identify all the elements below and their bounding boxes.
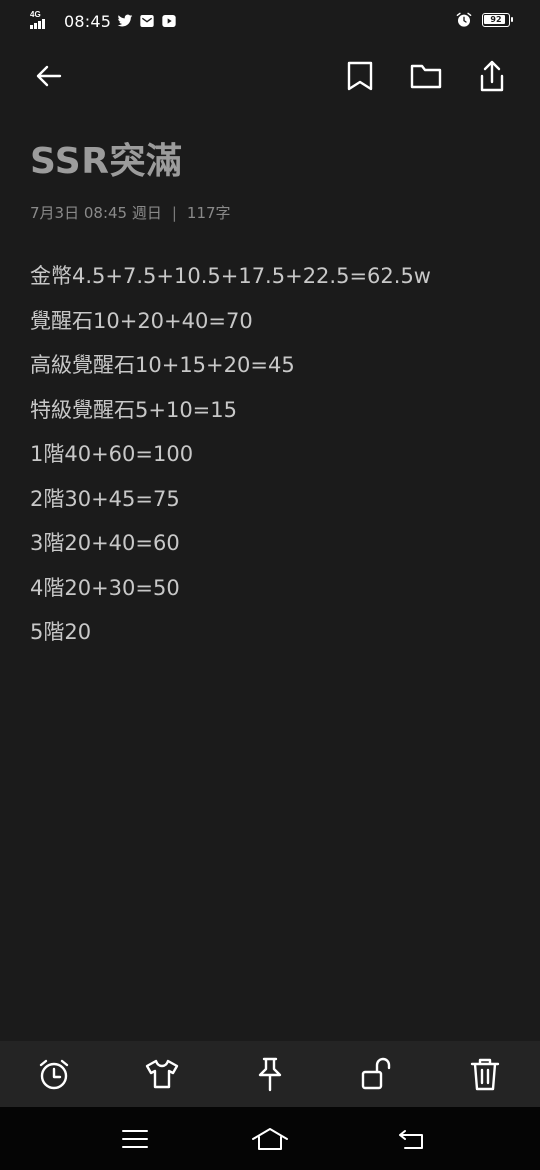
note-date: 7月3日 08:45 週日 bbox=[30, 204, 162, 222]
tshirt-icon[interactable] bbox=[140, 1052, 184, 1096]
signal-icon: 4G bbox=[30, 11, 54, 31]
menu-icon[interactable] bbox=[110, 1117, 160, 1161]
back-icon[interactable] bbox=[387, 1117, 437, 1161]
play-icon bbox=[162, 15, 176, 27]
pin-icon[interactable] bbox=[248, 1052, 292, 1096]
back-arrow-icon[interactable] bbox=[26, 54, 70, 98]
note-line[interactable]: 2階30+45=75 bbox=[30, 479, 510, 524]
note-meta: 7月3日 08:45 週日 | 117字 bbox=[30, 202, 231, 223]
top-toolbar bbox=[0, 48, 540, 106]
note-line[interactable]: 金幣4.5+7.5+10.5+17.5+22.5=62.5w bbox=[30, 256, 510, 301]
note-line[interactable]: 5階20 bbox=[30, 612, 510, 657]
mail-icon bbox=[140, 15, 154, 27]
status-left: 4G 08:45 bbox=[30, 8, 177, 34]
note-line[interactable]: 高級覺醒石10+15+20=45 bbox=[30, 345, 510, 390]
navigation-bar bbox=[0, 1107, 540, 1170]
battery-icon: 92 bbox=[482, 13, 513, 27]
battery-level-text: 92 bbox=[490, 15, 502, 24]
status-right: 92 bbox=[456, 12, 513, 28]
folder-icon[interactable] bbox=[404, 54, 448, 98]
status-bar: 4G 08:45 92 bbox=[0, 0, 540, 42]
meta-separator: | bbox=[171, 203, 177, 222]
note-body[interactable]: 金幣4.5+7.5+10.5+17.5+22.5=62.5w 覺醒石10+20+… bbox=[30, 256, 510, 657]
alarm-icon bbox=[456, 12, 472, 27]
note-line[interactable]: 3階20+40=60 bbox=[30, 523, 510, 568]
note-line[interactable]: 1階40+60=100 bbox=[30, 434, 510, 479]
share-icon[interactable] bbox=[470, 54, 514, 98]
note-line[interactable]: 4階20+30=50 bbox=[30, 568, 510, 613]
note-line[interactable]: 覺醒石10+20+40=70 bbox=[30, 301, 510, 346]
network-type: 4G bbox=[30, 10, 41, 19]
char-count: 117字 bbox=[186, 204, 231, 222]
status-time: 08:45 bbox=[64, 11, 112, 31]
note-title[interactable]: SSR突滿 bbox=[30, 132, 182, 184]
home-icon[interactable] bbox=[245, 1117, 295, 1161]
bottom-toolbar bbox=[0, 1041, 540, 1107]
unlock-icon[interactable] bbox=[354, 1052, 398, 1096]
alarm-clock-icon[interactable] bbox=[32, 1052, 76, 1096]
trash-icon[interactable] bbox=[463, 1052, 507, 1096]
note-line[interactable]: 特級覺醒石5+10=15 bbox=[30, 390, 510, 435]
twitter-icon bbox=[117, 14, 133, 27]
bookmark-icon[interactable] bbox=[338, 54, 382, 98]
